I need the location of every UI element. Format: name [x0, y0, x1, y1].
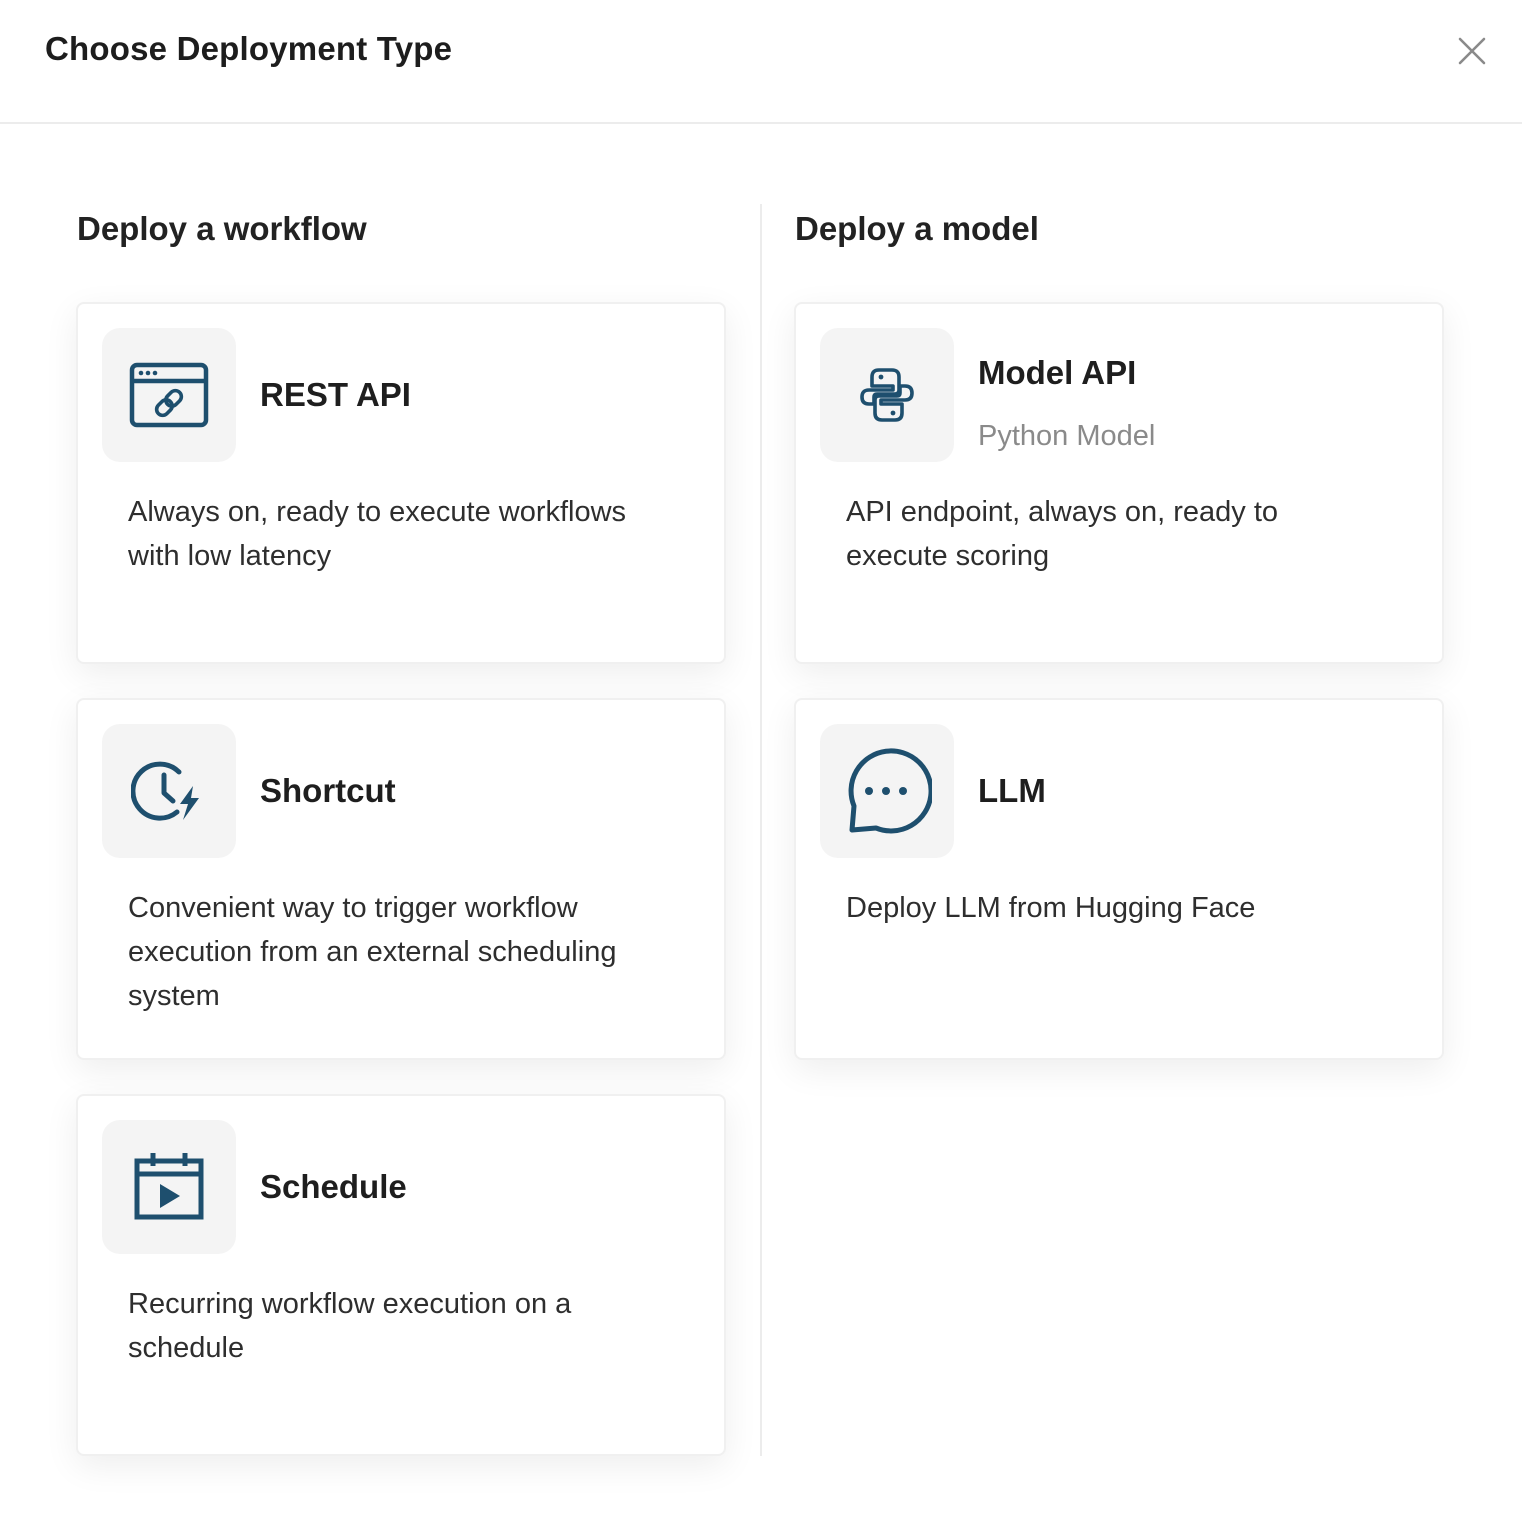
schedule-card[interactable]: Schedule Recurring workflow execution on… [76, 1094, 726, 1456]
shortcut-icon-box [102, 724, 236, 858]
rest-api-card[interactable]: REST API Always on, ready to execute wor… [76, 302, 726, 664]
schedule-description: Recurring workflow execution on a schedu… [128, 1288, 572, 1364]
browser-link-icon [129, 362, 209, 428]
close-icon [1458, 37, 1486, 65]
llm-icon-box [820, 724, 954, 858]
shortcut-title: Shortcut [260, 772, 396, 809]
python-icon [860, 368, 914, 422]
shortcut-description: Convenient way to trigger workflow execu… [128, 892, 617, 1012]
model-api-icon-box [820, 328, 954, 462]
model-section-title: Deploy a model [795, 210, 1039, 247]
rest-api-icon-box [102, 328, 236, 462]
schedule-title: Schedule [260, 1168, 407, 1205]
workflow-section-title: Deploy a workflow [77, 210, 367, 247]
shortcut-card[interactable]: Shortcut Convenient way to trigger workf… [76, 698, 726, 1060]
model-api-card[interactable]: Model API Python Model API endpoint, alw… [794, 302, 1444, 664]
calendar-play-icon [134, 1153, 204, 1220]
model-api-subtitle: Python Model [978, 420, 1156, 452]
dialog-title: Choose Deployment Type [45, 30, 453, 67]
schedule-icon-box [102, 1120, 236, 1254]
model-api-description: API endpoint, always on, ready to execut… [846, 496, 1279, 572]
llm-title: LLM [978, 772, 1046, 809]
close-button[interactable] [1451, 30, 1493, 72]
llm-card[interactable]: LLM Deploy LLM from Hugging Face [794, 698, 1444, 1060]
llm-description: Deploy LLM from Hugging Face [846, 892, 1256, 924]
column-divider [760, 204, 762, 1456]
clock-lightning-icon [131, 761, 199, 821]
dialog-header: Choose Deployment Type [0, 0, 1522, 124]
rest-api-description: Always on, ready to execute workflows wi… [128, 496, 627, 572]
deployment-type-dialog: Choose Deployment Type Deploy a workflow… [0, 0, 1522, 1532]
rest-api-title: REST API [260, 376, 411, 413]
model-api-title: Model API [978, 354, 1137, 391]
chat-bubble-icon [848, 748, 932, 834]
